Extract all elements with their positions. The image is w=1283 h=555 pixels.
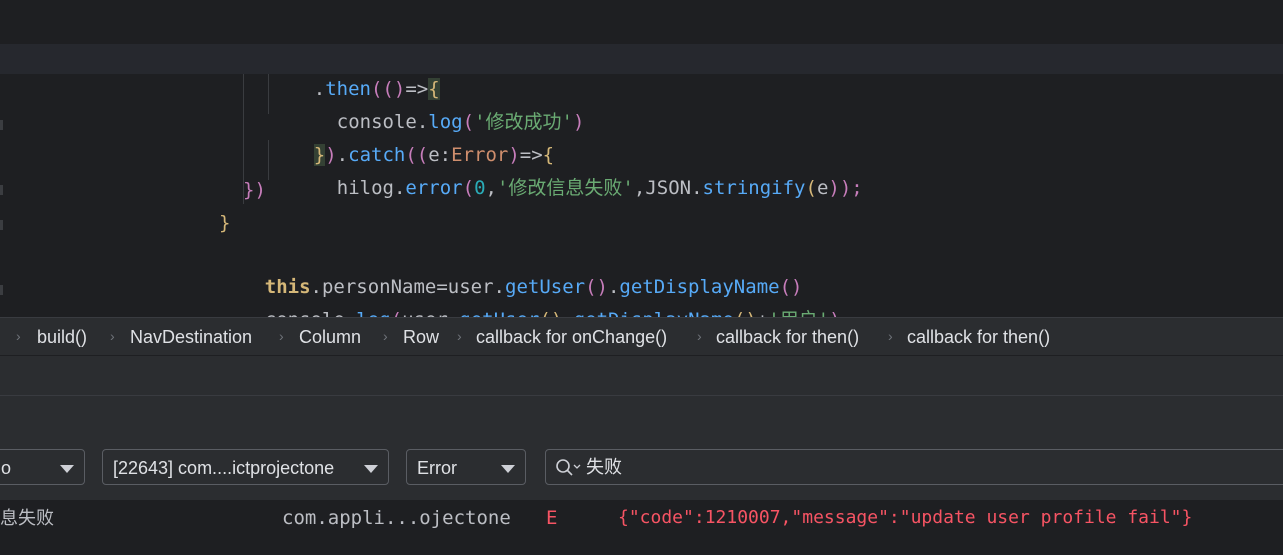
gutter-fold-marker[interactable]: [0, 120, 3, 130]
breadcrumb-item[interactable]: callback for onChange(): [476, 318, 667, 356]
chevron-right-icon: ›: [383, 328, 388, 344]
code-line[interactable]: console.log(user.getUser().getDisplayNam…: [219, 275, 841, 317]
device-select-value: o: [1, 458, 12, 478]
code-line-current[interactable]: [0, 44, 1283, 74]
code-line[interactable]: this.personName=user.getUser().getDispla…: [219, 242, 803, 298]
device-select[interactable]: o: [0, 449, 85, 485]
log-level: E: [546, 507, 558, 529]
log-list[interactable]: 息失败 com.appli...ojectone E {"code":12100…: [0, 500, 1283, 555]
code-line[interactable]: .then(()=>{: [268, 44, 440, 100]
process-select[interactable]: [22643] com....ictprojectone: [102, 449, 389, 485]
breadcrumb-item[interactable]: NavDestination: [130, 318, 252, 356]
chevron-down-icon: [60, 465, 74, 473]
tool-window-header: [0, 355, 1283, 396]
log-toolbar: [0, 395, 1283, 436]
log-payload[interactable]: {"code":1210007,"message":"update user p…: [618, 506, 1192, 530]
process-select-value: [22643] com....ictprojectone: [113, 458, 335, 478]
code-line[interactable]: hilog.error(0,'修改信息失败',JSON.stringify(e)…: [291, 143, 863, 199]
breadcrumb: › build() › NavDestination › Column › Ro…: [0, 317, 1283, 356]
chevron-right-icon: ›: [457, 328, 462, 344]
chevron-down-icon: [364, 465, 378, 473]
breadcrumb-item[interactable]: build(): [37, 318, 87, 356]
gutter-fold-marker[interactable]: [0, 285, 3, 295]
breadcrumb-item[interactable]: callback for then(): [716, 318, 859, 356]
breadcrumb-item[interactable]: Row: [403, 318, 439, 356]
chevron-right-icon: ›: [888, 328, 893, 344]
chevron-down-icon: [501, 465, 515, 473]
chevron-right-icon: ›: [279, 328, 284, 344]
search-icon[interactable]: [555, 458, 581, 478]
code-line[interactable]: }: [219, 208, 230, 238]
log-search-input[interactable]: 失败: [545, 449, 1283, 485]
chevron-right-icon: ›: [697, 328, 702, 344]
search-query: 失败: [586, 457, 622, 477]
chevron-right-icon: ›: [110, 328, 115, 344]
log-message-partial: 息失败: [0, 508, 54, 528]
gutter-fold-marker[interactable]: [0, 220, 3, 230]
gutter-fold-marker[interactable]: [0, 185, 3, 195]
log-level-value: Error: [417, 458, 457, 478]
log-level-select[interactable]: Error: [406, 449, 526, 485]
breadcrumb-item[interactable]: callback for then(): [907, 318, 1050, 356]
code-editor[interactable]: user.getUser().updateProfile({displayNam…: [0, 0, 1283, 317]
code-line[interactable]: }): [243, 175, 266, 205]
breadcrumb-item[interactable]: Column: [299, 318, 361, 356]
chevron-right-icon: ›: [16, 328, 21, 344]
code-line[interactable]: }).catch((e:Error)=>{: [268, 110, 554, 166]
log-package: com.appli...ojectone: [282, 507, 511, 529]
log-filter-bar: o [22643] com....ictprojectone Error 失败: [0, 436, 1283, 500]
code-line[interactable]: console.log('修改成功'): [291, 77, 585, 133]
code-line[interactable]: user.getUser().updateProfile({displayNam…: [243, 10, 1181, 66]
